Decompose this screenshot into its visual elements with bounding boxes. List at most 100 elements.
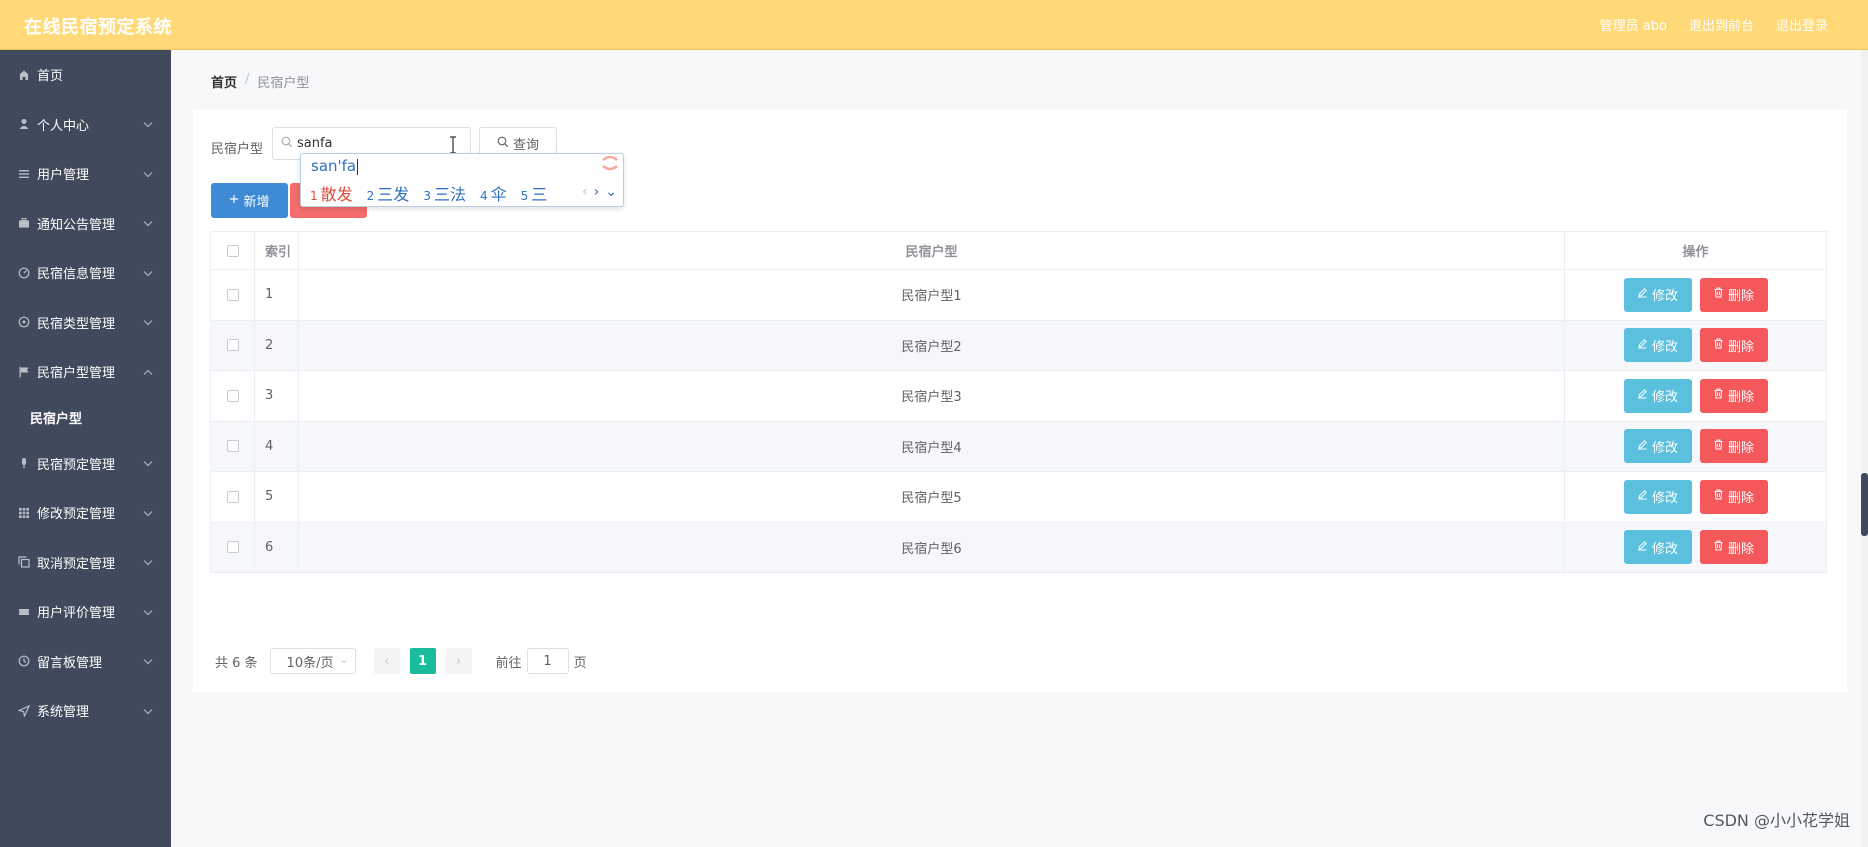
gauge-icon bbox=[17, 266, 31, 280]
home-icon bbox=[17, 68, 31, 82]
row-checkbox[interactable] bbox=[226, 440, 239, 453]
next-page-button[interactable]: › bbox=[445, 648, 472, 674]
row-checkbox[interactable] bbox=[226, 541, 239, 554]
front-link[interactable]: 退出到前台 bbox=[1689, 15, 1754, 34]
ime-candidate[interactable]: 2 三发 bbox=[367, 181, 410, 205]
watermark: CSDN @小小花学姐 bbox=[1703, 811, 1850, 830]
row-index: 2 bbox=[255, 320, 299, 370]
ime-candidate[interactable]: 5三 bbox=[521, 181, 548, 205]
breadcrumb-current: 民宿户型 bbox=[257, 76, 310, 91]
row-actions: 修改 删除 bbox=[1565, 422, 1826, 472]
chevron-left-icon: ‹ bbox=[383, 653, 390, 669]
row-actions: 修改 删除 bbox=[1565, 523, 1826, 573]
row-check-cell bbox=[211, 320, 255, 370]
row-index: 3 bbox=[255, 371, 299, 421]
delete-button-label: 删除 bbox=[1727, 390, 1754, 406]
sidebar-item-message-board[interactable]: 留言板管理 bbox=[0, 637, 171, 687]
edit-button[interactable]: 修改 bbox=[1623, 479, 1692, 514]
plus-icon bbox=[229, 193, 239, 208]
delete-button[interactable]: 删除 bbox=[1699, 530, 1768, 565]
ime-candidates: 1 散发 2 三发 3 三法 4伞 5三 bbox=[310, 181, 547, 205]
chevron-down-icon bbox=[143, 604, 153, 619]
ime-candidate[interactable]: 1 散发 bbox=[310, 181, 353, 205]
delete-button[interactable]: 删除 bbox=[1699, 429, 1768, 464]
sidebar-item-modify-booking[interactable]: 修改预定管理 bbox=[0, 488, 171, 538]
page-number-current[interactable]: 1 bbox=[409, 648, 436, 674]
sidebar-item-users[interactable]: 用户管理 bbox=[0, 149, 171, 199]
chevron-down-icon bbox=[143, 117, 153, 132]
edit-button-label: 修改 bbox=[1651, 491, 1678, 507]
sidebar-item-label: 民宿信息管理 bbox=[37, 267, 116, 283]
edit-button-label: 修改 bbox=[1651, 289, 1678, 305]
delete-button-label: 删除 bbox=[1727, 491, 1754, 507]
delete-button[interactable]: 删除 bbox=[1699, 277, 1768, 312]
delete-button[interactable]: 删除 bbox=[1699, 378, 1768, 413]
breadcrumb-home[interactable]: 首页 bbox=[211, 72, 237, 91]
sidebar-item-homestay-info[interactable]: 民宿信息管理 bbox=[0, 248, 171, 298]
ime-expand-icon[interactable]: ⌄ bbox=[605, 184, 617, 200]
page-suffix: 页 bbox=[573, 655, 587, 671]
ime-candidate[interactable]: 4伞 bbox=[480, 181, 507, 205]
chevron-right-icon: › bbox=[455, 653, 462, 669]
ime-candidate-popup: san'fa 1 散发 2 三发 3 三法 4伞 5三 ‹ › ⌄ bbox=[300, 153, 624, 207]
sidebar-item-booking[interactable]: 民宿预定管理 bbox=[0, 439, 171, 489]
page-scrollbar[interactable] bbox=[1861, 50, 1868, 847]
sidebar-subitem-room-type[interactable]: 民宿户型 bbox=[0, 397, 171, 439]
edit-button[interactable]: 修改 bbox=[1623, 530, 1692, 565]
add-button[interactable]: 新增 bbox=[211, 183, 288, 218]
sidebar-item-label: 系统管理 bbox=[37, 705, 90, 721]
delete-button[interactable]: 删除 bbox=[1699, 479, 1768, 514]
row-actions: 修改 删除 bbox=[1565, 270, 1826, 320]
sidebar-item-cancel-booking[interactable]: 取消预定管理 bbox=[0, 538, 171, 588]
scrollbar-thumb[interactable] bbox=[1861, 473, 1868, 536]
row-checkbox[interactable] bbox=[226, 288, 239, 301]
ime-prev-icon[interactable]: ‹ bbox=[582, 184, 588, 200]
row-check-cell bbox=[211, 522, 255, 572]
row-checkbox[interactable] bbox=[226, 389, 239, 402]
delete-button-label: 删除 bbox=[1727, 541, 1754, 557]
prev-page-button[interactable]: ‹ bbox=[373, 648, 400, 674]
logout-link[interactable]: 退出登录 bbox=[1776, 15, 1828, 34]
edit-icon bbox=[1637, 388, 1648, 403]
table-header: 索引 民宿户型 操作 bbox=[210, 231, 1827, 270]
edit-button-label: 修改 bbox=[1651, 440, 1678, 456]
sidebar-item-home[interactable]: 首页 bbox=[0, 50, 171, 100]
row-index: 6 bbox=[255, 522, 299, 572]
ime-candidate[interactable]: 3 三法 bbox=[423, 181, 466, 205]
ime-next-icon[interactable]: › bbox=[594, 184, 600, 200]
row-actions: 修改 删除 bbox=[1565, 371, 1826, 421]
select-all-checkbox[interactable] bbox=[226, 244, 239, 257]
trash-icon bbox=[1713, 439, 1724, 454]
sidebar-item-notices[interactable]: 通知公告管理 bbox=[0, 199, 171, 249]
trash-icon bbox=[1713, 388, 1724, 403]
edit-button[interactable]: 修改 bbox=[1623, 378, 1692, 413]
table-row: 3 民宿户型3 修改 删除 bbox=[210, 371, 1827, 422]
row-check-cell bbox=[211, 371, 255, 421]
row-checkbox[interactable] bbox=[226, 490, 239, 503]
row-check-cell bbox=[211, 421, 255, 471]
edit-icon bbox=[1637, 439, 1648, 454]
goto-page-input[interactable]: 1 bbox=[526, 648, 569, 674]
edit-button[interactable]: 修改 bbox=[1623, 328, 1692, 363]
page-size-select[interactable]: 10条/页 ⌄ bbox=[269, 648, 356, 674]
breadcrumb-separator: / bbox=[245, 72, 250, 87]
header-actions: 管理员 abo 退出到前台 退出登录 bbox=[1600, 15, 1828, 34]
sidebar-item-room-type[interactable]: 民宿户型管理 bbox=[0, 347, 171, 397]
edit-button[interactable]: 修改 bbox=[1623, 429, 1692, 464]
delete-button[interactable]: 删除 bbox=[1699, 328, 1768, 363]
breadcrumb: 首页 / 民宿户型 bbox=[211, 72, 309, 91]
trash-icon bbox=[1713, 287, 1724, 302]
row-checkbox[interactable] bbox=[226, 339, 239, 352]
sidebar-item-system[interactable]: 系统管理 bbox=[0, 686, 171, 736]
edit-button[interactable]: 修改 bbox=[1623, 277, 1692, 312]
send-icon bbox=[17, 704, 31, 718]
header-index: 索引 bbox=[255, 232, 299, 269]
sidebar-item-reviews[interactable]: 用户评价管理 bbox=[0, 587, 171, 637]
edit-icon bbox=[1637, 540, 1648, 555]
query-button-label: 查询 bbox=[512, 138, 539, 153]
sidebar-item-homestay-type[interactable]: 民宿类型管理 bbox=[0, 298, 171, 348]
chevron-up-icon bbox=[143, 364, 153, 379]
header-ops: 操作 bbox=[1682, 245, 1709, 260]
sidebar-item-profile[interactable]: 个人中心 bbox=[0, 100, 171, 150]
chevron-down-icon bbox=[143, 703, 153, 718]
